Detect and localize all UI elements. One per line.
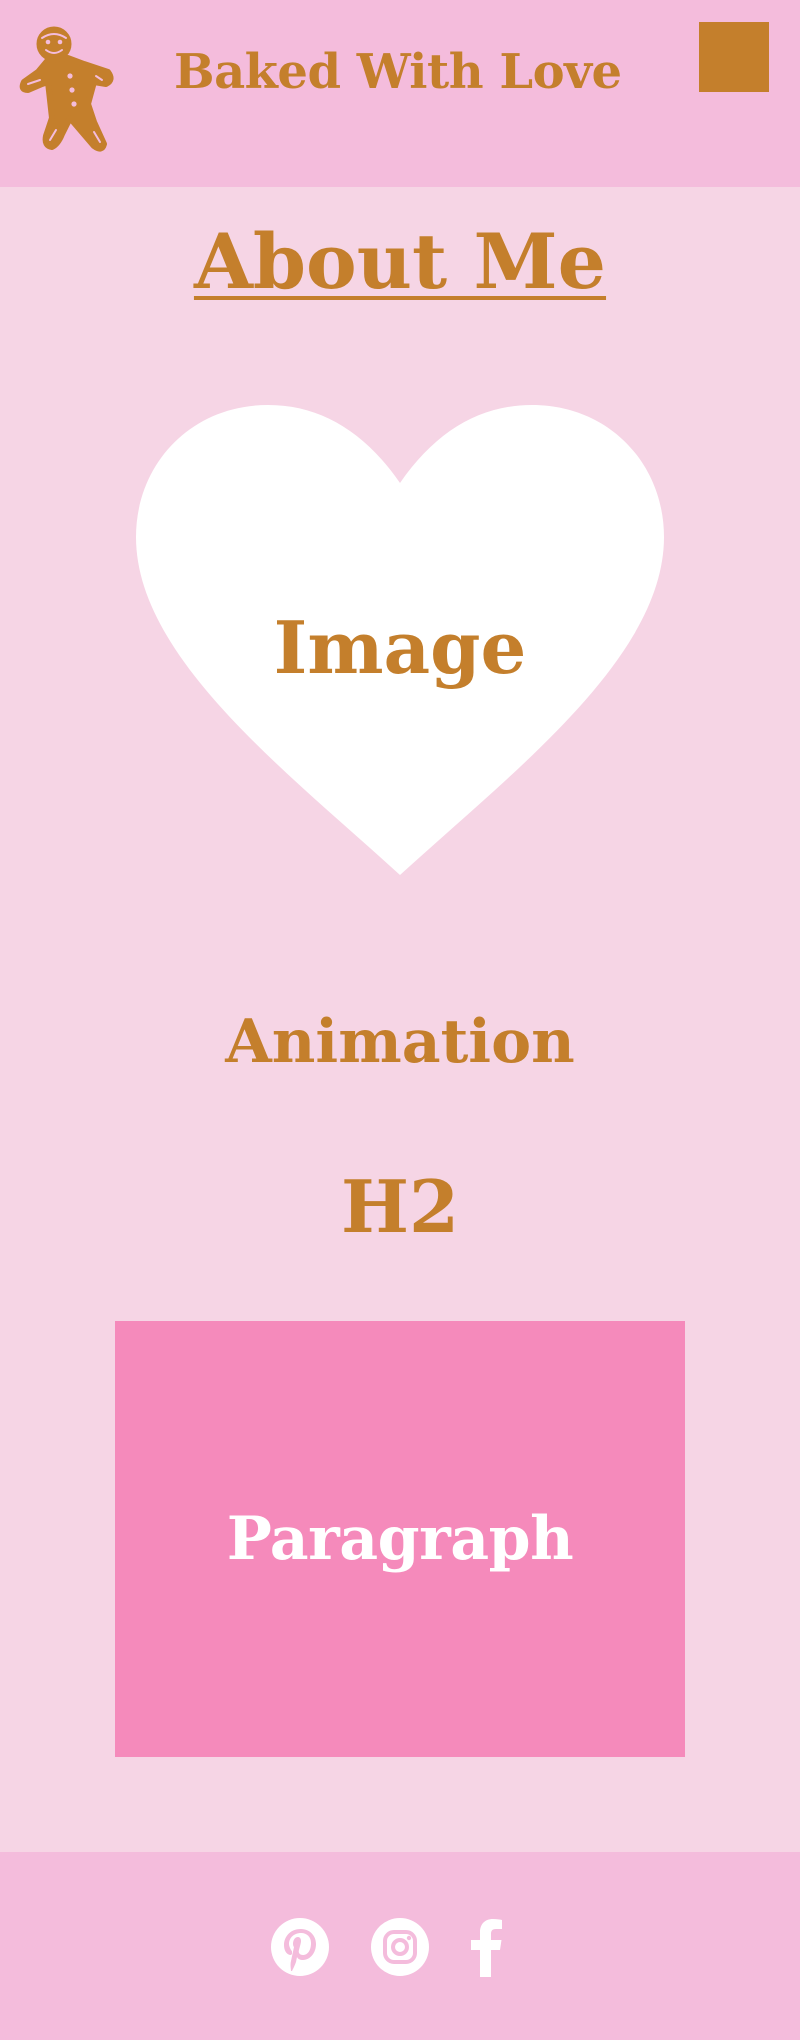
page-title-text: About Me (193, 217, 607, 306)
pinterest-icon[interactable] (270, 1917, 330, 1977)
facebook-icon[interactable] (466, 1917, 506, 1977)
page-title: About Me (0, 212, 800, 312)
paragraph-block: Paragraph (115, 1321, 685, 1757)
site-header: Baked With Love (0, 0, 800, 187)
instagram-icon[interactable] (370, 1917, 430, 1977)
image-placeholder-label: Image (273, 605, 527, 690)
paragraph-text: Paragraph (226, 1504, 574, 1574)
gingerbread-man-icon[interactable] (18, 24, 134, 158)
main-content: About Me Image Animation H2 Paragraph (0, 187, 800, 1852)
section-heading: H2 (340, 1164, 460, 1249)
menu-button[interactable] (699, 22, 769, 92)
site-footer (0, 1852, 800, 2040)
site-title[interactable]: Baked With Love (174, 40, 622, 104)
heart-image-placeholder: Image (136, 405, 664, 880)
animation-label: Animation (225, 1007, 575, 1077)
